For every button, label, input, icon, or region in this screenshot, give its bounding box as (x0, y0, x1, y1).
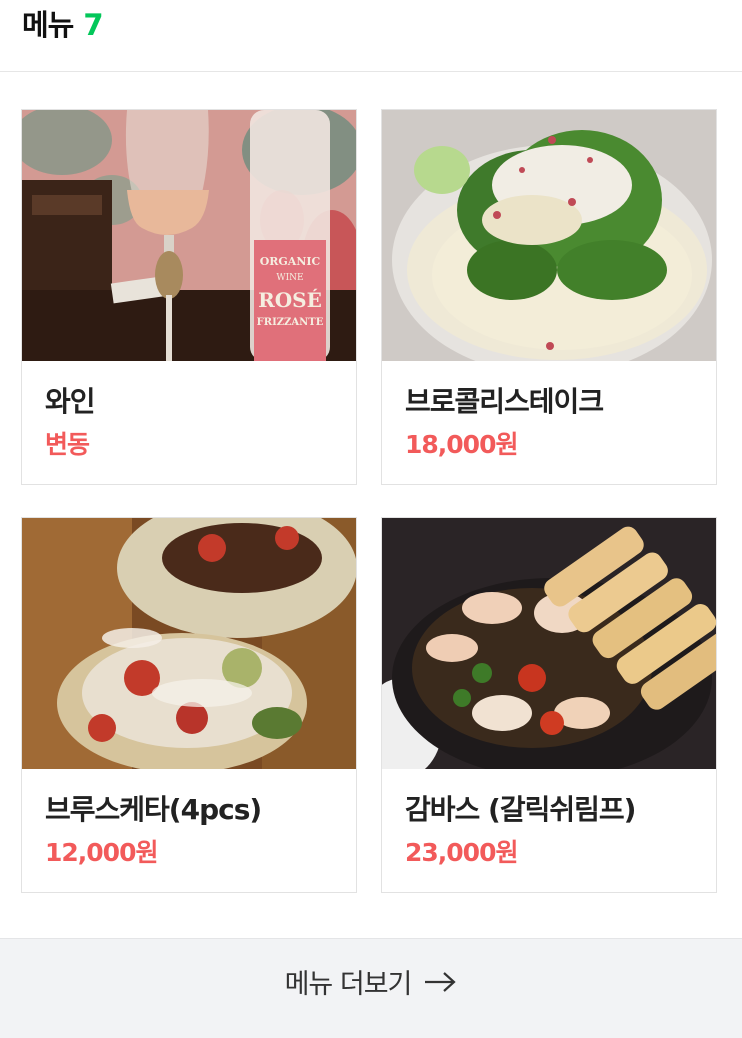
bruschetta-photo (22, 518, 356, 769)
broccoli-steak-photo (382, 110, 716, 361)
wine-label-wine: WINE (276, 273, 303, 283)
wine-label-rose: ROSÉ (258, 288, 322, 312)
arrow-right-icon (423, 971, 457, 993)
wine-label-organic: ORGANIC (260, 255, 321, 268)
wine-label-frizzante: FRIZZANTE (257, 317, 324, 328)
menu-grid: ORGANIC WINE ROSÉ FRIZZANTE 와인 변동 브로콜리스테… (0, 0, 742, 940)
more-menu-button[interactable]: 메뉴 더보기 (0, 938, 742, 1038)
menu-item-name: 와인 (45, 385, 96, 418)
menu-item-price: 23,000원 (405, 838, 518, 867)
more-menu-label: 메뉴 더보기 (284, 969, 413, 1000)
gambas-photo (382, 518, 716, 769)
menu-item-name: 브루스케타(4pcs) (45, 793, 262, 826)
menu-item-price: 18,000원 (405, 430, 518, 459)
menu-item-price: 변동 (45, 430, 90, 459)
wine-photo: ORGANIC WINE ROSÉ FRIZZANTE (22, 110, 356, 361)
menu-card-gambas[interactable]: 감바스 (갈릭쉬림프) 23,000원 (381, 517, 717, 893)
menu-item-name: 브로콜리스테이크 (405, 385, 604, 418)
menu-card-bruschetta[interactable]: 브루스케타(4pcs) 12,000원 (21, 517, 357, 893)
menu-item-price: 12,000원 (45, 838, 158, 867)
more-menu-label-wrap: 메뉴 더보기 (285, 962, 458, 1001)
menu-card-broccoli-steak[interactable]: 브로콜리스테이크 18,000원 (381, 109, 717, 485)
menu-card-wine[interactable]: ORGANIC WINE ROSÉ FRIZZANTE 와인 변동 (21, 109, 357, 485)
menu-item-name: 감바스 (갈릭쉬림프) (405, 793, 636, 826)
